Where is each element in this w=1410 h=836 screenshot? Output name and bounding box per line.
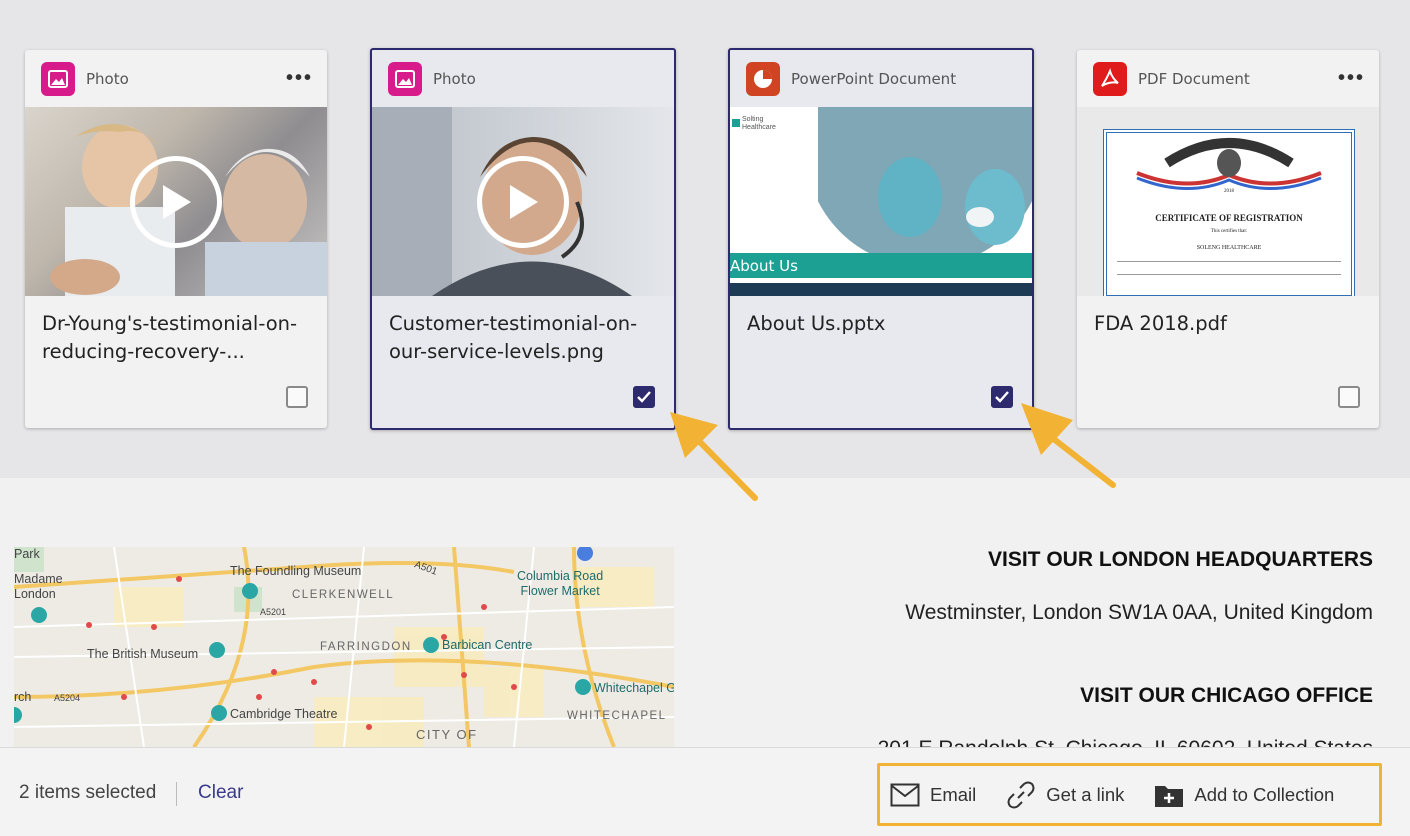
document-thumbnail[interactable]: 2018 CERTIFICATE OF REGISTRATION This ce…	[1077, 107, 1379, 296]
asset-type-label: Photo	[86, 69, 129, 88]
office-block: VISIT OUR LONDON HEADQUARTERS Westminste…	[905, 548, 1373, 625]
certificate-line: SOLENG HEALTHCARE	[1196, 245, 1262, 251]
annotation-arrow	[670, 412, 758, 501]
asset-title[interactable]: FDA 2018.pdf	[1077, 296, 1379, 370]
mail-icon	[890, 783, 920, 806]
document-thumbnail[interactable]: Solting Healthcare About Us	[730, 107, 1032, 296]
map-label: rch	[14, 690, 32, 704]
check-icon	[637, 391, 651, 403]
asset-title[interactable]: Dr-Young's-testimonial-on-reducing-recov…	[25, 296, 327, 370]
annotation-arrow	[1021, 403, 1116, 488]
select-checkbox[interactable]	[991, 386, 1013, 408]
image-icon	[388, 61, 422, 96]
asset-card[interactable]: Photo ••• Dr-Young's-testimonial-on-redu…	[25, 50, 327, 428]
map-label: Park	[14, 547, 40, 561]
certificate-line: This certifies that:	[1210, 229, 1248, 234]
pdf-icon	[1093, 61, 1127, 96]
office-title: VISIT OUR CHICAGO OFFICE	[1080, 684, 1373, 707]
map-label: A5204	[54, 693, 81, 703]
office-address: Westminster, London SW1A 0AA, United Kin…	[905, 601, 1373, 624]
map-label: WHITECHAPEL	[567, 710, 667, 722]
play-icon[interactable]	[477, 155, 569, 248]
video-thumbnail[interactable]	[25, 107, 327, 296]
certificate-preview: 2018 CERTIFICATE OF REGISTRATION This ce…	[1103, 129, 1355, 296]
powerpoint-icon	[746, 61, 780, 96]
map-label: Whitechapel G	[594, 681, 674, 695]
divider	[176, 782, 177, 806]
map-label: Columbia Road Flower Market	[517, 569, 604, 598]
email-button[interactable]: Email	[890, 783, 976, 807]
office-title: VISIT OUR LONDON HEADQUARTERS	[987, 548, 1373, 571]
get-link-button[interactable]: Get a link	[1006, 780, 1124, 810]
select-checkbox[interactable]	[286, 386, 308, 408]
get-link-label: Get a link	[1046, 783, 1125, 805]
selection-bar: 2 items selected Clear Email Get a link …	[0, 747, 1410, 836]
map-label: CLERKENWELL	[292, 589, 395, 601]
map-label: The British Museum	[87, 647, 199, 661]
card-header: Photo •••	[25, 50, 327, 107]
asset-type-label: PowerPoint Document	[791, 69, 957, 88]
asset-type-label: PDF Document	[1138, 69, 1250, 88]
check-icon	[995, 391, 1009, 403]
more-options-icon[interactable]: •••	[1338, 67, 1365, 90]
asset-title[interactable]: About Us.pptx	[730, 296, 1032, 370]
image-icon	[41, 61, 75, 96]
select-checkbox[interactable]	[1338, 386, 1360, 408]
select-checkbox[interactable]	[633, 386, 655, 408]
card-header: PowerPoint Document	[730, 50, 1032, 107]
map-label: The Foundling Museum	[230, 564, 362, 578]
link-icon	[1007, 781, 1035, 808]
map-label: Barbican Centre	[442, 638, 533, 652]
map-label: Cambridge Theatre	[230, 707, 338, 721]
bulk-actions: Email Get a link Add to Collection	[877, 763, 1382, 826]
asset-card[interactable]: PowerPoint Document Solting Healthcare A…	[728, 48, 1034, 430]
map-label: Madame London	[14, 572, 63, 601]
add-to-collection-label: Add to Collection	[1194, 783, 1335, 805]
card-header: PDF Document •••	[1077, 50, 1379, 107]
map-label: FARRINGDON	[320, 641, 412, 653]
add-to-collection-button[interactable]: Add to Collection	[1154, 782, 1334, 808]
asset-type-label: Photo	[433, 69, 476, 88]
clear-selection-link[interactable]: Clear	[198, 782, 243, 804]
asset-card[interactable]: PDF Document ••• 2018 CERTIFICATE OF REG…	[1077, 50, 1379, 428]
email-label: Email	[930, 783, 977, 805]
folder-add-icon	[1155, 785, 1184, 807]
location-map[interactable]: Park Madame London The Foundling Museum …	[14, 547, 674, 747]
certificate-heading: CERTIFICATE OF REGISTRATION	[1155, 213, 1303, 223]
card-header: Photo	[372, 50, 674, 107]
map-label: A5201	[260, 607, 287, 617]
map-label: CITY OF	[416, 727, 478, 742]
video-thumbnail[interactable]	[372, 107, 674, 296]
certificate-year: 2018	[1224, 189, 1234, 194]
slide-banner-text: About Us	[730, 257, 798, 275]
more-options-icon[interactable]: •••	[286, 67, 313, 90]
asset-title[interactable]: Customer-testimonial-on-our-service-leve…	[372, 296, 674, 370]
play-icon[interactable]	[130, 155, 222, 248]
asset-card[interactable]: Photo Customer-testimonial-on-our-servic…	[370, 48, 676, 430]
selection-count: 2 items selected	[19, 782, 157, 803]
presentation-logo: Solting Healthcare	[742, 116, 776, 131]
